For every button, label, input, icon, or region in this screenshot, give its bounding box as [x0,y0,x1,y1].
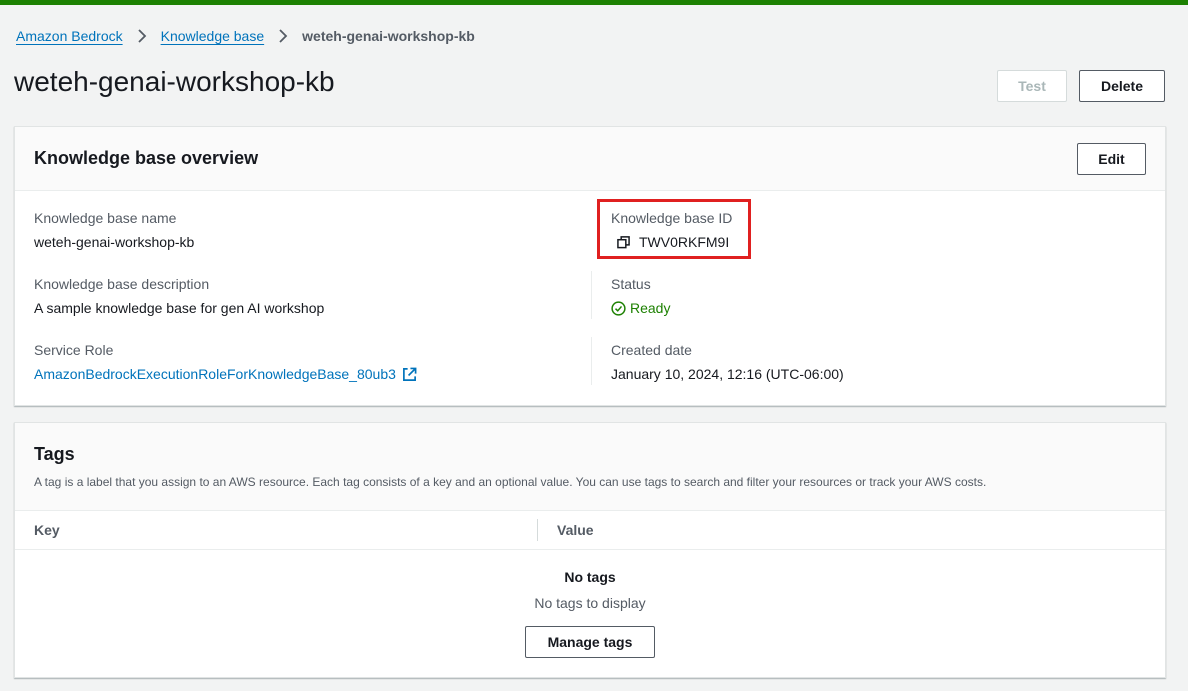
column-divider [591,271,592,319]
overview-title: Knowledge base overview [34,148,259,168]
kb-name-value: weteh-genai-workshop-kb [34,234,195,250]
top-bar [0,0,1188,5]
column-header-value[interactable]: Value [557,522,594,538]
service-role-field: Service Role AmazonBedrockExecutionRoleF… [34,342,417,383]
status-field: Status Ready [611,276,670,320]
manage-tags-button[interactable]: Manage tags [525,626,655,658]
chevron-right-icon [278,29,288,43]
service-role-label: Service Role [34,342,114,358]
kb-name-field: Knowledge base name weteh-genai-workshop… [34,210,194,251]
breadcrumb: Amazon Bedrock Knowledge base weteh-gena… [16,26,475,46]
tags-table-header: Key Value [15,510,1165,550]
tags-title: Tags [34,444,75,464]
page-title: weteh-genai-workshop-kb [14,66,335,97]
status-value: Ready [630,300,671,316]
kb-description-label: Knowledge base description [34,276,210,292]
test-button[interactable]: Test [997,70,1067,102]
kb-id-highlight [597,199,751,259]
service-role-value: AmazonBedrockExecutionRoleForKnowledgeBa… [34,366,396,382]
overview-panel: Knowledge base overview Edit Knowledge b… [14,126,1166,406]
service-role-link[interactable]: AmazonBedrockExecutionRoleForKnowledgeBa… [34,366,417,383]
column-divider [537,519,538,541]
chevron-right-icon [137,29,147,43]
external-link-icon [402,367,417,382]
tags-header: Tags A tag is a label that you assign to… [15,423,1165,510]
empty-title: No tags [564,569,616,585]
created-date-field: Created date January 10, 2024, 12:16 (UT… [611,342,844,383]
edit-button[interactable]: Edit [1077,143,1146,175]
created-date-value: January 10, 2024, 12:16 (UTC-06:00) [611,366,844,382]
check-circle-icon [611,301,626,316]
created-date-label: Created date [611,342,692,358]
kb-description-value: A sample knowledge base for gen AI works… [34,300,325,316]
kb-description-field: Knowledge base description A sample know… [34,276,324,317]
delete-button[interactable]: Delete [1079,70,1165,102]
tags-panel: Tags A tag is a label that you assign to… [14,422,1166,678]
column-divider [591,337,592,385]
breadcrumb-amazon-bedrock[interactable]: Amazon Bedrock [16,28,123,44]
overview-header: Knowledge base overview Edit [15,127,1165,191]
status-label: Status [611,276,651,292]
column-header-key[interactable]: Key [34,522,60,538]
empty-text: No tags to display [534,595,646,611]
breadcrumb-knowledge-base[interactable]: Knowledge base [161,28,265,44]
tags-description: A tag is a label that you assign to an A… [34,475,987,489]
breadcrumb-current: weteh-genai-workshop-kb [302,28,475,44]
kb-name-label: Knowledge base name [34,210,177,226]
